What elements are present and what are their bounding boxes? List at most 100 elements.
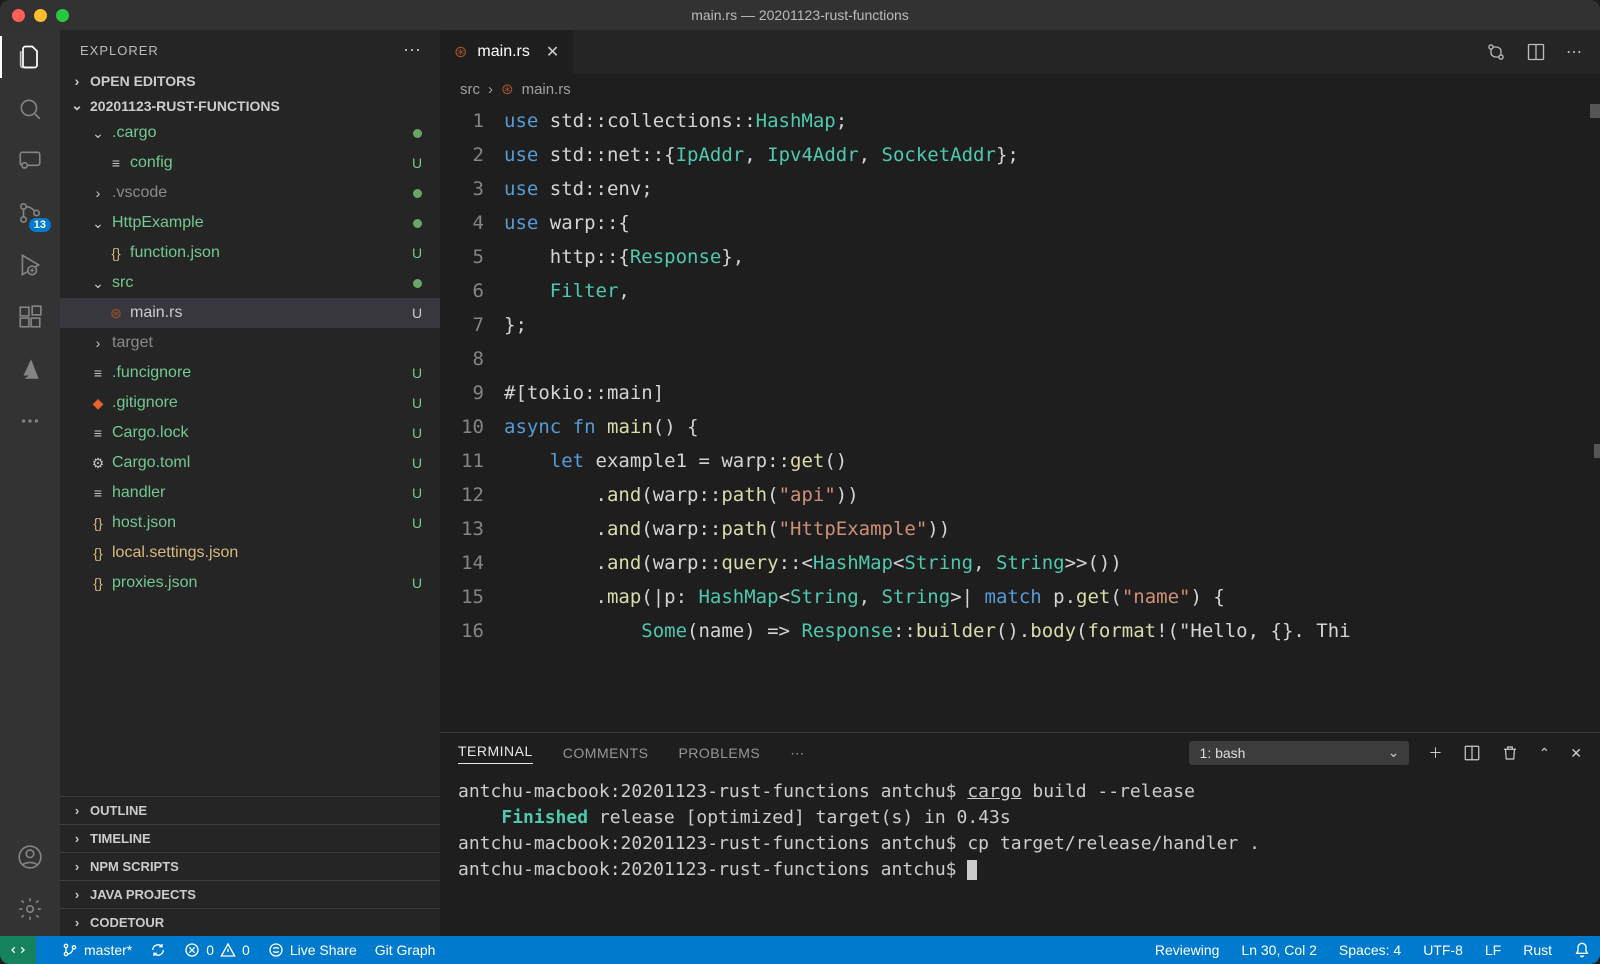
code-content[interactable]: use std::collections::HashMap; use std::… xyxy=(504,104,1600,732)
terminal-tab[interactable]: TERMINAL xyxy=(458,743,533,764)
tree-item-label: proxies.json xyxy=(112,574,408,592)
titlebar[interactable]: main.rs — 20201123-rust-functions xyxy=(0,0,1600,30)
git-graph-label: Git Graph xyxy=(375,942,436,958)
panel-tabs: TERMINAL COMMENTS PROBLEMS ⋯ 1: bash ＋ ⌃… xyxy=(440,733,1600,773)
tree-item-proxies-json[interactable]: {}proxies.jsonU xyxy=(60,568,440,598)
indentation[interactable]: Spaces: 4 xyxy=(1339,942,1401,958)
split-editor-icon[interactable] xyxy=(1526,42,1546,62)
tree-item-label: main.rs xyxy=(130,304,408,322)
errors-warnings[interactable]: 0 0 xyxy=(184,942,250,958)
file-icon: ≡ xyxy=(88,425,108,441)
tree-item-status: U xyxy=(408,395,426,411)
sidebar-more-icon[interactable]: ⋯ xyxy=(403,40,422,61)
code-editor[interactable]: 1 2 3 4 5 6 7 8 9 10 11 12 13 14 15 16 u… xyxy=(440,104,1600,732)
new-terminal-icon[interactable]: ＋ xyxy=(1429,743,1443,763)
tree-item-cargo-toml[interactable]: ⚙Cargo.tomlU xyxy=(60,448,440,478)
tree-item--cargo[interactable]: ⌄.cargo xyxy=(60,118,440,148)
file-tree[interactable]: ⌄.cargo≡configU›.vscode⌄HttpExample{}fun… xyxy=(60,118,440,796)
project-section[interactable]: ⌄ 20201123-RUST-FUNCTIONS xyxy=(60,93,440,118)
tree-item-status: U xyxy=(408,155,426,171)
rust-file-icon: ⊛ xyxy=(501,80,514,98)
panel-more-icon[interactable]: ⋯ xyxy=(790,745,805,762)
problems-tab[interactable]: PROBLEMS xyxy=(678,745,760,761)
term-prompt: antchu-macbook:20201123-rust-functions a… xyxy=(458,833,967,854)
tree-item-function-json[interactable]: {}function.jsonU xyxy=(60,238,440,268)
chevron-right-icon: › xyxy=(70,831,84,846)
chevron-down-icon: ⌄ xyxy=(70,97,84,114)
git-graph[interactable]: Git Graph xyxy=(375,942,436,958)
breadcrumb-part[interactable]: main.rs xyxy=(522,81,571,98)
tree-item-main-rs[interactable]: ⊛main.rsU xyxy=(60,298,440,328)
status-left: master* 0 0 Live Share Git Graph xyxy=(62,942,435,958)
tree-item--gitignore[interactable]: ◆.gitignoreU xyxy=(60,388,440,418)
file-icon: › xyxy=(88,185,108,201)
outline-section[interactable]: ›OUTLINE xyxy=(60,796,440,824)
kill-terminal-icon[interactable] xyxy=(1501,744,1519,762)
line-gutter: 1 2 3 4 5 6 7 8 9 10 11 12 13 14 15 16 xyxy=(440,104,504,732)
file-icon: ◆ xyxy=(88,395,108,412)
compare-changes-icon[interactable] xyxy=(1486,42,1506,62)
remote-activity-icon[interactable] xyxy=(15,146,45,176)
close-window-button[interactable] xyxy=(12,9,25,22)
editor-more-icon[interactable]: ⋯ xyxy=(1566,42,1582,62)
maximize-panel-icon[interactable]: ⌃ xyxy=(1539,745,1551,762)
tree-item-status: U xyxy=(408,365,426,381)
close-tab-icon[interactable]: ✕ xyxy=(546,42,559,62)
timeline-section[interactable]: ›TIMELINE xyxy=(60,824,440,852)
section-label: 20201123-RUST-FUNCTIONS xyxy=(90,98,280,114)
split-terminal-icon[interactable] xyxy=(1463,744,1481,762)
tree-item--vscode[interactable]: ›.vscode xyxy=(60,178,440,208)
cursor-position[interactable]: Ln 30, Col 2 xyxy=(1241,942,1317,958)
tree-item-status: U xyxy=(408,245,426,261)
terminal-select[interactable]: 1: bash xyxy=(1189,741,1409,765)
error-count: 0 xyxy=(206,942,214,958)
tree-item-local-settings-json[interactable]: {}local.settings.json xyxy=(60,538,440,568)
tree-item-httpexample[interactable]: ⌄HttpExample xyxy=(60,208,440,238)
tree-item-cargo-lock[interactable]: ≡Cargo.lockU xyxy=(60,418,440,448)
tree-item-host-json[interactable]: {}host.jsonU xyxy=(60,508,440,538)
live-share[interactable]: Live Share xyxy=(268,942,357,958)
chevron-right-icon: › xyxy=(70,915,84,930)
language-mode[interactable]: Rust xyxy=(1523,942,1552,958)
scm-badge: 13 xyxy=(29,218,51,232)
breadcrumb[interactable]: src › ⊛ main.rs xyxy=(440,74,1600,104)
encoding[interactable]: UTF-8 xyxy=(1423,942,1463,958)
account-activity-icon[interactable] xyxy=(15,842,45,872)
tree-item-config[interactable]: ≡configU xyxy=(60,148,440,178)
tree-item-handler[interactable]: ≡handlerU xyxy=(60,478,440,508)
minimize-window-button[interactable] xyxy=(34,9,47,22)
search-activity-icon[interactable] xyxy=(15,94,45,124)
breadcrumb-part[interactable]: src xyxy=(460,81,480,98)
remote-indicator[interactable] xyxy=(0,936,36,964)
more-activity-icon[interactable] xyxy=(15,406,45,436)
window-title: main.rs — 20201123-rust-functions xyxy=(0,7,1600,23)
settings-activity-icon[interactable] xyxy=(15,894,45,924)
file-icon: {} xyxy=(88,545,108,561)
codetour-section[interactable]: ›CODETOUR xyxy=(60,908,440,936)
run-activity-icon[interactable] xyxy=(15,250,45,280)
open-editors-section[interactable]: › OPEN EDITORS xyxy=(60,69,440,93)
notifications-icon[interactable] xyxy=(1574,942,1590,958)
section-label: OUTLINE xyxy=(90,803,147,818)
close-panel-icon[interactable]: ✕ xyxy=(1570,745,1582,762)
sync-button[interactable] xyxy=(150,942,166,958)
zoom-window-button[interactable] xyxy=(56,9,69,22)
tree-item-label: Cargo.toml xyxy=(112,454,408,472)
azure-activity-icon[interactable] xyxy=(15,354,45,384)
eol[interactable]: LF xyxy=(1485,942,1501,958)
tree-item-status: U xyxy=(408,515,426,531)
comments-tab[interactable]: COMMENTS xyxy=(563,745,649,761)
terminal-output[interactable]: antchu-macbook:20201123-rust-functions a… xyxy=(440,773,1600,936)
extensions-activity-icon[interactable] xyxy=(15,302,45,332)
tab-bar: ⊛ main.rs ✕ ⋯ xyxy=(440,30,1600,74)
scm-activity-icon[interactable]: 13 xyxy=(15,198,45,228)
tree-item--funcignore[interactable]: ≡.funcignoreU xyxy=(60,358,440,388)
tab-main-rs[interactable]: ⊛ main.rs ✕ xyxy=(440,30,574,74)
explorer-activity-icon[interactable] xyxy=(15,42,45,72)
reviewing-status[interactable]: Reviewing xyxy=(1155,942,1220,958)
tree-item-src[interactable]: ⌄src xyxy=(60,268,440,298)
java-section[interactable]: ›JAVA PROJECTS xyxy=(60,880,440,908)
tree-item-target[interactable]: ›target xyxy=(60,328,440,358)
npm-section[interactable]: ›NPM SCRIPTS xyxy=(60,852,440,880)
git-branch[interactable]: master* xyxy=(62,942,132,958)
